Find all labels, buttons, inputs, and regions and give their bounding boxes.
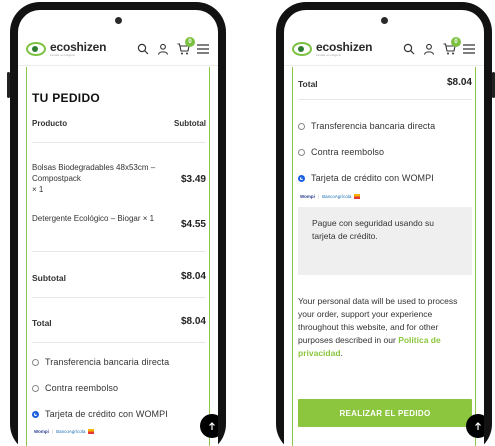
payment-option-bank-transfer[interactable]: Transferencia bancaria directa <box>298 121 435 131</box>
hamburger-menu-icon[interactable] <box>462 42 476 56</box>
subtotal-value: $8.04 <box>180 271 206 282</box>
place-order-button[interactable]: REALIZAR EL PEDIDO <box>298 399 472 427</box>
column-header-product: Producto <box>32 119 68 128</box>
payment-option-bank-transfer[interactable]: Transferencia bancaria directa <box>32 357 169 367</box>
leaf-logo-icon <box>292 41 312 56</box>
order-item-qty: × 1 <box>142 214 155 223</box>
volume-button <box>7 72 10 98</box>
payment-option-wompi[interactable]: Tarjeta de crédito con WOMPI <box>298 173 434 183</box>
cart-count-badge: 0 <box>451 36 461 47</box>
order-item-price: $3.49 <box>180 174 206 185</box>
checkout-content: Total $8.04 Transferencia bancaria direc… <box>284 67 484 446</box>
brand-logo[interactable]: ecoshizen tienda ecológica <box>292 41 372 57</box>
divider <box>32 342 206 343</box>
arrow-up-icon <box>209 421 215 430</box>
payment-option-label: Contra reembolso <box>311 147 385 157</box>
order-item-name: Bolsas Biodegradables 48x53cm – Compostp… <box>32 163 156 194</box>
payment-option-cash-on-delivery[interactable]: Contra reembolso <box>32 383 118 393</box>
account-icon[interactable] <box>422 42 436 56</box>
brand-name: ecoshizen <box>50 39 107 54</box>
payment-option-label: Contra reembolso <box>45 383 119 393</box>
order-item-price: $4.55 <box>180 219 206 230</box>
radio-button[interactable] <box>298 148 305 156</box>
payment-option-label: Tarjeta de crédito con WOMPI <box>45 409 168 419</box>
wompi-bank-logos: Wompi | BancoAgrícola <box>300 194 361 199</box>
divider <box>32 251 206 252</box>
privacy-notice: Your personal data will be used to proce… <box>298 296 458 358</box>
payment-option-cash-on-delivery[interactable]: Contra reembolso <box>298 147 384 157</box>
total-value: $8.04 <box>446 77 472 88</box>
order-item-qty: × 1 <box>32 185 44 194</box>
total-label: Total <box>32 318 52 328</box>
wompi-bank-logos: Wompi | BancoAgrícola <box>34 429 95 434</box>
divider <box>298 99 472 100</box>
cart-icon[interactable]: 0 <box>442 36 461 56</box>
arrow-up-icon <box>475 421 481 430</box>
order-table-header: Producto Subtotal <box>32 119 206 128</box>
front-camera <box>381 17 388 24</box>
radio-button-selected[interactable] <box>32 410 39 418</box>
brand-tagline: tienda ecológica <box>316 52 341 57</box>
radio-button[interactable] <box>32 384 39 392</box>
page-title: TU PEDIDO <box>32 91 101 105</box>
search-icon[interactable] <box>402 42 416 56</box>
order-item-name: Detergente Ecológico – Biogar × 1 <box>32 214 155 223</box>
total-label: Total <box>298 79 318 89</box>
site-header: ecoshizen tienda ecológica 0 <box>18 32 218 66</box>
cart-icon[interactable]: 0 <box>176 36 195 56</box>
column-header-subtotal: Subtotal <box>174 119 206 128</box>
scroll-to-top-button[interactable] <box>466 414 484 438</box>
radio-button[interactable] <box>32 358 39 366</box>
checkout-content: TU PEDIDO Producto Subtotal Bolsas Biode… <box>18 67 218 446</box>
account-icon[interactable] <box>156 42 170 56</box>
divider <box>32 297 206 298</box>
screen-right: ecoshizen tienda ecológica 0 Total $8.04… <box>284 10 484 446</box>
payment-option-label: Transferencia bancaria directa <box>311 121 436 131</box>
search-icon[interactable] <box>136 42 150 56</box>
leaf-logo-icon <box>26 41 46 56</box>
bank-flag-icon <box>88 429 95 434</box>
brand-tagline: tienda ecológica <box>50 52 75 57</box>
scroll-to-top-button[interactable] <box>200 414 218 438</box>
radio-button[interactable] <box>298 122 305 130</box>
divider <box>32 142 206 143</box>
hamburger-menu-icon[interactable] <box>196 42 210 56</box>
payment-description-box: Pague con seguridad usando su tarjeta de… <box>298 207 472 275</box>
payment-option-label: Tarjeta de crédito con WOMPI <box>311 173 434 183</box>
phone-left: ecoshizen tienda ecológica 0 TU PEDIDO P… <box>7 2 226 446</box>
subtotal-label: Subtotal <box>32 273 66 283</box>
site-header: ecoshizen tienda ecológica 0 <box>284 32 484 66</box>
brand-logo[interactable]: ecoshizen tienda ecológica <box>26 41 106 57</box>
front-camera <box>115 17 122 24</box>
total-value: $8.04 <box>180 316 206 327</box>
cart-count-badge: 0 <box>185 36 195 47</box>
bank-flag-icon <box>354 194 361 199</box>
payment-description: Pague con seguridad usando su tarjeta de… <box>312 218 434 241</box>
phone-right: ecoshizen tienda ecológica 0 Total $8.04… <box>276 2 495 446</box>
brand-name: ecoshizen <box>316 39 373 54</box>
screen-left: ecoshizen tienda ecológica 0 TU PEDIDO P… <box>18 10 218 446</box>
radio-button-selected[interactable] <box>298 174 305 182</box>
payment-option-wompi[interactable]: Tarjeta de crédito con WOMPI <box>32 409 168 419</box>
payment-option-label: Transferencia bancaria directa <box>45 357 170 367</box>
